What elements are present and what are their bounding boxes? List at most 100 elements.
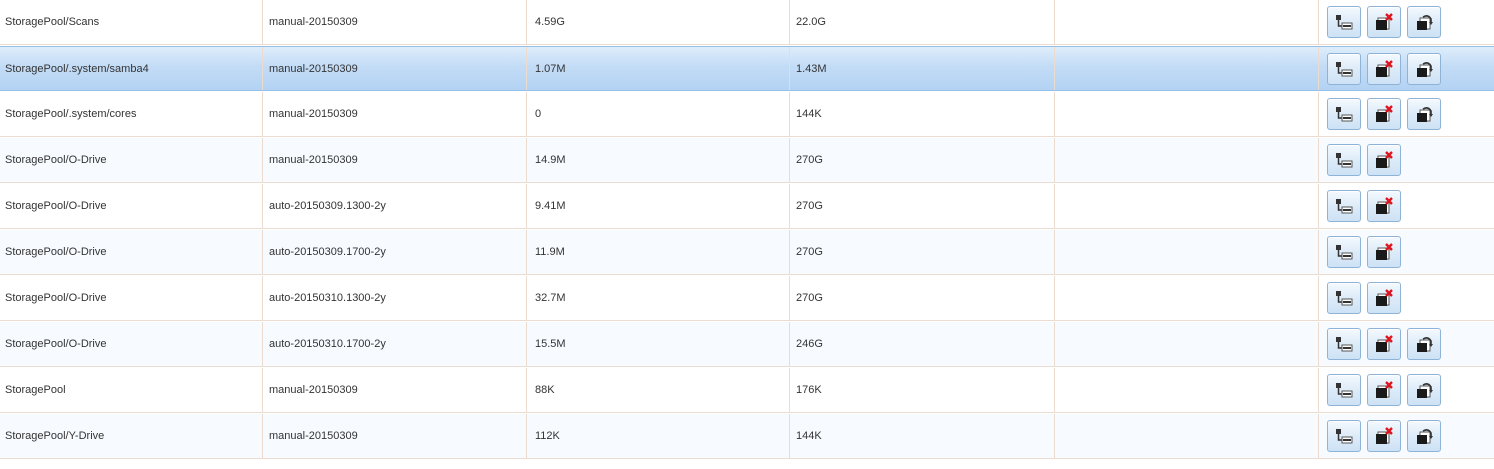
used-cell: 0: [527, 92, 790, 136]
rollback-snapshot-icon: [1414, 427, 1434, 445]
rollback-snapshot-icon: [1414, 60, 1434, 78]
snapshot-name-cell: manual-20150309: [263, 138, 527, 182]
clone-snapshot-button[interactable]: [1327, 190, 1361, 222]
snapshot-name-cell: manual-20150309: [263, 47, 527, 90]
clone-snapshot-icon: [1334, 335, 1354, 353]
rollback-snapshot-button[interactable]: [1407, 420, 1441, 452]
actions-cell: [1319, 414, 1494, 458]
clone-snapshot-icon: [1334, 427, 1354, 445]
used-cell: 88K: [527, 368, 790, 412]
replication-cell: [1055, 47, 1319, 90]
replication-cell: [1055, 0, 1319, 44]
rollback-snapshot-button[interactable]: [1407, 52, 1441, 85]
clone-snapshot-icon: [1334, 151, 1354, 169]
snapshot-name-cell: auto-20150309.1700-2y: [263, 230, 527, 274]
replication-cell: [1055, 368, 1319, 412]
delete-snapshot-button[interactable]: [1367, 328, 1401, 360]
filesystem-cell: StoragePool/O-Drive: [0, 276, 263, 320]
delete-snapshot-icon: [1374, 13, 1394, 31]
actions-cell: [1319, 230, 1494, 274]
refer-cell: 1.43M: [790, 47, 1055, 90]
delete-snapshot-button[interactable]: [1367, 236, 1401, 268]
filesystem-cell: StoragePool/O-Drive: [0, 138, 263, 182]
rollback-snapshot-icon: [1414, 381, 1434, 399]
filesystem-cell: StoragePool/.system/samba4: [0, 47, 263, 90]
snapshot-name-cell: auto-20150310.1300-2y: [263, 276, 527, 320]
filesystem-cell: StoragePool: [0, 368, 263, 412]
table-row[interactable]: StoragePool manual-20150309 88K 176K: [0, 368, 1494, 413]
rollback-snapshot-icon: [1414, 105, 1434, 123]
delete-snapshot-button[interactable]: [1367, 144, 1401, 176]
delete-snapshot-button[interactable]: [1367, 420, 1401, 452]
table-row[interactable]: StoragePool/O-Drive auto-20150310.1700-2y…: [0, 322, 1494, 367]
clone-snapshot-icon: [1334, 13, 1354, 31]
delete-snapshot-icon: [1374, 243, 1394, 261]
used-cell: 4.59G: [527, 0, 790, 44]
snapshot-name-cell: manual-20150309: [263, 92, 527, 136]
used-cell: 1.07M: [527, 47, 790, 90]
actions-cell: [1319, 368, 1494, 412]
table-row[interactable]: StoragePool/O-Drive auto-20150309.1700-2y…: [0, 230, 1494, 275]
table-row[interactable]: StoragePool/Scans manual-20150309 4.59G 22.…: [0, 0, 1494, 45]
clone-snapshot-button[interactable]: [1327, 98, 1361, 130]
actions-cell: [1319, 47, 1494, 90]
clone-snapshot-icon: [1334, 197, 1354, 215]
table-row[interactable]: StoragePool/O-Drive manual-20150309 14.9M 2…: [0, 138, 1494, 183]
table-row[interactable]: StoragePool/.system/cores manual-20150309…: [0, 92, 1494, 137]
snapshot-name-cell: auto-20150310.1700-2y: [263, 322, 527, 366]
clone-snapshot-button[interactable]: [1327, 6, 1361, 38]
table-row[interactable]: StoragePool/.system/samba4 manual-2015030…: [0, 46, 1494, 91]
delete-snapshot-button[interactable]: [1367, 374, 1401, 406]
clone-snapshot-button[interactable]: [1327, 52, 1361, 85]
replication-cell: [1055, 184, 1319, 228]
clone-snapshot-icon: [1334, 243, 1354, 261]
filesystem-cell: StoragePool/.system/cores: [0, 92, 263, 136]
rollback-snapshot-button[interactable]: [1407, 328, 1441, 360]
replication-cell: [1055, 230, 1319, 274]
refer-cell: 246G: [790, 322, 1055, 366]
clone-snapshot-button[interactable]: [1327, 328, 1361, 360]
rollback-snapshot-button[interactable]: [1407, 6, 1441, 38]
used-cell: 15.5M: [527, 322, 790, 366]
refer-cell: 22.0G: [790, 0, 1055, 44]
refer-cell: 270G: [790, 276, 1055, 320]
delete-snapshot-button[interactable]: [1367, 52, 1401, 85]
rollback-snapshot-icon: [1414, 335, 1434, 353]
clone-snapshot-icon: [1334, 105, 1354, 123]
clone-snapshot-icon: [1334, 381, 1354, 399]
clone-snapshot-button[interactable]: [1327, 282, 1361, 314]
replication-cell: [1055, 138, 1319, 182]
used-cell: 11.9M: [527, 230, 790, 274]
delete-snapshot-icon: [1374, 381, 1394, 399]
rollback-snapshot-button[interactable]: [1407, 98, 1441, 130]
filesystem-cell: StoragePool/O-Drive: [0, 230, 263, 274]
actions-cell: [1319, 138, 1494, 182]
clone-snapshot-button[interactable]: [1327, 144, 1361, 176]
refer-cell: 270G: [790, 230, 1055, 274]
delete-snapshot-icon: [1374, 427, 1394, 445]
delete-snapshot-button[interactable]: [1367, 190, 1401, 222]
delete-snapshot-button[interactable]: [1367, 6, 1401, 38]
table-row[interactable]: StoragePool/O-Drive auto-20150310.1300-2y…: [0, 276, 1494, 321]
table-row[interactable]: StoragePool/O-Drive auto-20150309.1300-2y…: [0, 184, 1494, 229]
snapshot-name-cell: manual-20150309: [263, 0, 527, 44]
filesystem-cell: StoragePool/O-Drive: [0, 184, 263, 228]
clone-snapshot-button[interactable]: [1327, 374, 1361, 406]
rollback-snapshot-button[interactable]: [1407, 374, 1441, 406]
delete-snapshot-icon: [1374, 59, 1394, 78]
filesystem-cell: StoragePool/Y-Drive: [0, 414, 263, 458]
clone-snapshot-button[interactable]: [1327, 420, 1361, 452]
actions-cell: [1319, 0, 1494, 44]
filesystem-cell: StoragePool/Scans: [0, 0, 263, 44]
table-row[interactable]: StoragePool/Y-Drive manual-20150309 112K 14…: [0, 414, 1494, 459]
delete-snapshot-button[interactable]: [1367, 98, 1401, 130]
clone-snapshot-icon: [1334, 60, 1354, 78]
rollback-snapshot-icon: [1414, 13, 1434, 31]
delete-snapshot-button[interactable]: [1367, 282, 1401, 314]
used-cell: 112K: [527, 414, 790, 458]
actions-cell: [1319, 276, 1494, 320]
refer-cell: 270G: [790, 138, 1055, 182]
clone-snapshot-button[interactable]: [1327, 236, 1361, 268]
delete-snapshot-icon: [1374, 335, 1394, 353]
snapshot-name-cell: auto-20150309.1300-2y: [263, 184, 527, 228]
